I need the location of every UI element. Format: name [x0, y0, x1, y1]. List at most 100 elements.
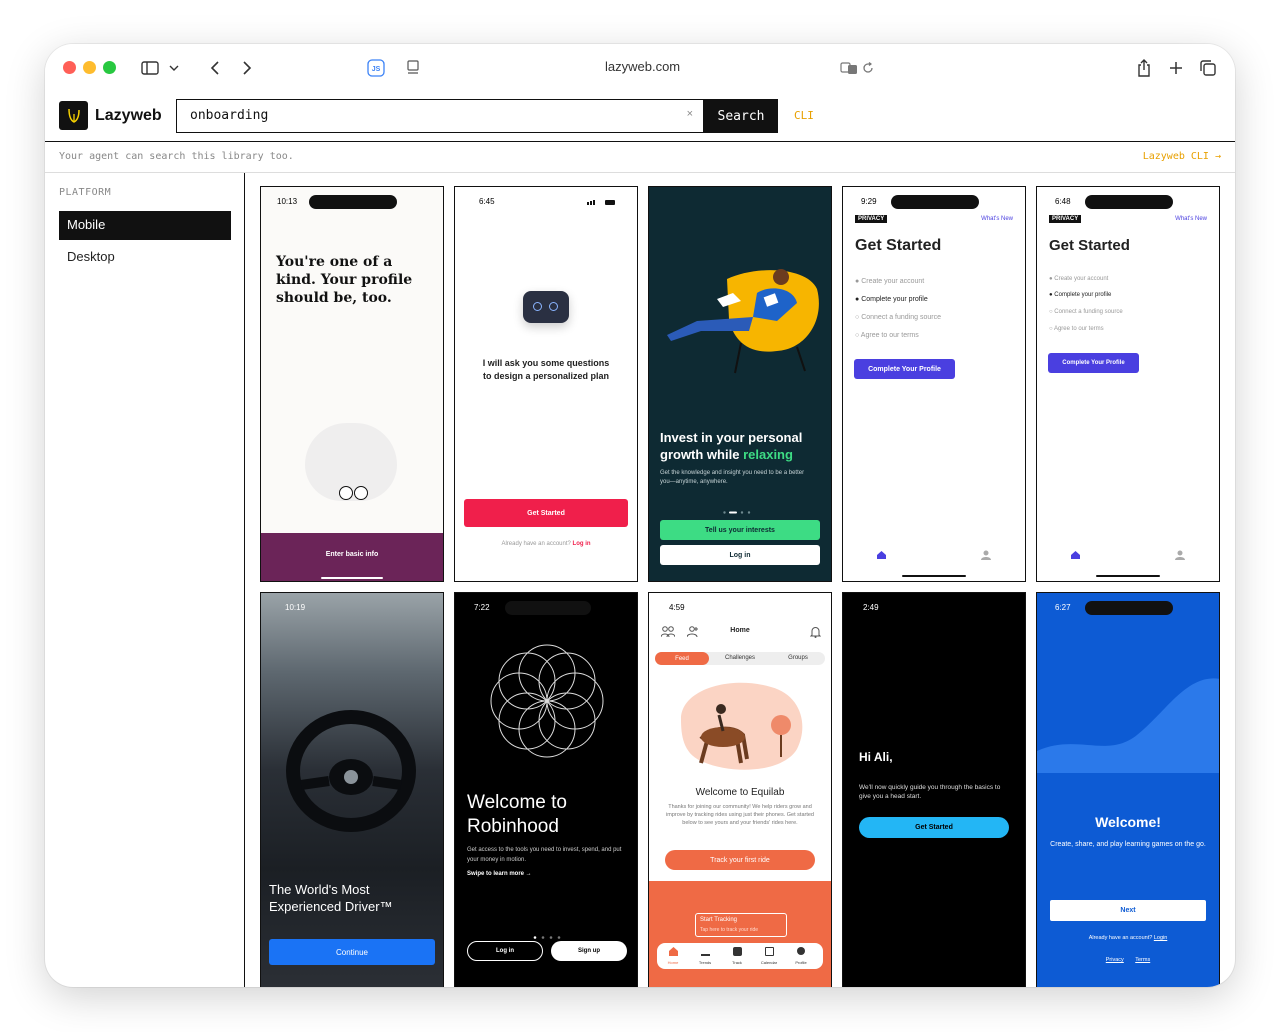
browser-window: JS lazyweb.com Lazyweb × Search: [45, 44, 1235, 987]
screenshot-card[interactable]: 6:27 Welcome! Create, share, and play le…: [1036, 592, 1220, 987]
screenshot-card[interactable]: 10:13 You're one of a kind. Your profile…: [260, 186, 444, 582]
reader-icon[interactable]: [405, 56, 421, 80]
status-bar: 9:29: [859, 195, 1013, 209]
status-time: 10:13: [277, 197, 298, 206]
clear-search-icon[interactable]: ×: [687, 108, 693, 120]
swipe-hint[interactable]: Swipe to learn more →: [467, 871, 532, 877]
login-link[interactable]: Login: [1154, 935, 1167, 941]
complete-profile-button[interactable]: Complete Your Profile: [854, 359, 955, 379]
login-button[interactable]: Log in: [660, 545, 820, 565]
back-icon[interactable]: [205, 56, 225, 80]
greeting: Hi Ali,: [859, 750, 893, 764]
status-time: 7:22: [474, 603, 490, 612]
bottom-tab-bar: Home Trends Track Calendar Profile: [657, 943, 823, 969]
bell-icon[interactable]: [809, 625, 822, 643]
minimize-window-button[interactable]: [83, 61, 96, 74]
home-indicator: [321, 577, 383, 579]
search-input[interactable]: [190, 108, 670, 123]
javascript-extension-icon[interactable]: JS: [367, 56, 385, 80]
login-link[interactable]: Log in: [573, 541, 591, 547]
signup-button[interactable]: Sign up: [551, 941, 627, 961]
profile-icon: [797, 947, 805, 955]
sidebar-item-mobile[interactable]: Mobile: [59, 211, 231, 240]
lazyweb-cli-link[interactable]: Lazyweb CLI →: [1143, 151, 1221, 162]
page-indicator: [533, 926, 561, 939]
screenshot-card[interactable]: 9:29 PRIVACY What's New Get Started ● Cr…: [842, 186, 1026, 582]
page-indicator: [723, 501, 759, 514]
screenshot-card[interactable]: 6:45 I will ask you some questions to de…: [454, 186, 638, 582]
bottom-tab-calendar[interactable]: Calendar: [757, 960, 781, 965]
tab-groups[interactable]: Groups: [771, 655, 825, 661]
tab-feed[interactable]: Feed: [655, 652, 709, 665]
close-window-button[interactable]: [63, 61, 76, 74]
tab-challenges[interactable]: Challenges: [713, 655, 767, 661]
screenshot-card[interactable]: 2:49 Hi Ali, We'll now quickly guide you…: [842, 592, 1026, 987]
track-first-ride-button[interactable]: Track your first ride: [665, 850, 815, 870]
get-started-button[interactable]: Get Started: [859, 817, 1009, 838]
agent-note: Your agent can search this library too.: [59, 151, 294, 162]
home-tab-icon[interactable]: [876, 547, 887, 565]
flower-logo: [490, 644, 604, 758]
step-item: ● Create your account: [1049, 276, 1109, 282]
screenshot-card[interactable]: 4:59 Home Feed Challenges Groups Welcome…: [648, 592, 832, 987]
status-time: 10:19: [285, 603, 306, 612]
forward-icon[interactable]: [237, 56, 257, 80]
reload-icon[interactable]: [861, 56, 875, 80]
screenshot-card[interactable]: Invest in your personal growth while rel…: [648, 186, 832, 582]
cli-link[interactable]: CLI: [794, 109, 814, 122]
terms-link[interactable]: Terms: [1135, 957, 1150, 963]
new-tab-icon[interactable]: [1167, 56, 1185, 80]
status-bar: 2:49: [859, 603, 1013, 615]
share-icon[interactable]: [1135, 56, 1153, 80]
steering-wheel-image: [286, 710, 416, 832]
home-tab-icon[interactable]: [1070, 547, 1081, 565]
address-bar[interactable]: lazyweb.com: [605, 59, 680, 74]
headline-accent: relaxing: [743, 447, 793, 462]
page-title: Get Started: [1049, 237, 1130, 254]
zoom-window-button[interactable]: [103, 61, 116, 74]
whats-new-link[interactable]: What's New: [981, 216, 1013, 222]
profile-tab-icon[interactable]: [1175, 547, 1185, 565]
calendar-icon: [765, 947, 774, 956]
bottom-tab-track[interactable]: Track: [725, 960, 749, 965]
privacy-badge: PRIVACY: [855, 215, 888, 223]
enter-basic-info-button[interactable]: Enter basic info: [261, 551, 443, 558]
home-indicator: [1096, 575, 1160, 577]
screenshot-card[interactable]: 10:19 The World's Most Experienced Drive…: [260, 592, 444, 987]
continue-button[interactable]: Continue: [269, 939, 435, 965]
privacy-link[interactable]: Privacy: [1106, 957, 1124, 963]
chevron-down-icon[interactable]: [167, 56, 181, 80]
dynamic-island: [1085, 195, 1173, 209]
body-text: We'll now quickly guide you through the …: [859, 784, 1001, 800]
status-time: 6:45: [479, 197, 495, 206]
search-button[interactable]: Search: [704, 99, 778, 133]
tab-overview-icon[interactable]: [1199, 56, 1217, 80]
bottom-tab-profile[interactable]: Profile: [789, 960, 813, 965]
welcome-title: Welcome!: [1095, 814, 1161, 830]
brand-name[interactable]: Lazyweb: [95, 107, 162, 125]
start-tracking-card[interactable]: Start Tracking Tap here to track your ri…: [695, 913, 787, 937]
dynamic-island: [309, 195, 397, 209]
status-bar: 7:22: [471, 601, 625, 615]
whats-new-link[interactable]: What's New: [1175, 216, 1207, 222]
tell-us-interests-button[interactable]: Tell us your interests: [660, 520, 820, 540]
screenshot-card[interactable]: 7:22 Welcome to Robinhood Get access to …: [454, 592, 638, 987]
start-tracking-subtitle: Tap here to track your ride: [700, 927, 759, 933]
body-text: Get access to the tools you need to inve…: [467, 847, 622, 863]
login-button[interactable]: Log in: [467, 941, 543, 961]
tracking-panel: Start Tracking Tap here to track your ri…: [649, 881, 831, 987]
sidebar-item-desktop[interactable]: Desktop: [59, 243, 231, 272]
bottom-tab-home[interactable]: Home: [661, 960, 685, 965]
bottom-tab-trends[interactable]: Trends: [693, 960, 717, 965]
next-button[interactable]: Next: [1050, 900, 1206, 921]
get-started-button[interactable]: Get Started: [464, 499, 628, 527]
step-item: ○ Agree to our terms: [855, 332, 919, 339]
profile-tab-icon[interactable]: [981, 547, 991, 565]
step-item: ○ Connect a funding source: [1049, 309, 1123, 315]
sidebar-toggle-icon[interactable]: [139, 56, 161, 80]
complete-profile-button[interactable]: Complete Your Profile: [1048, 353, 1139, 373]
lazyweb-logo[interactable]: [59, 101, 88, 130]
step-item: ● Complete your profile: [1049, 292, 1112, 298]
translate-icon[interactable]: [839, 56, 859, 80]
screenshot-card[interactable]: 6:48 PRIVACY What's New Get Started ● Cr…: [1036, 186, 1220, 582]
